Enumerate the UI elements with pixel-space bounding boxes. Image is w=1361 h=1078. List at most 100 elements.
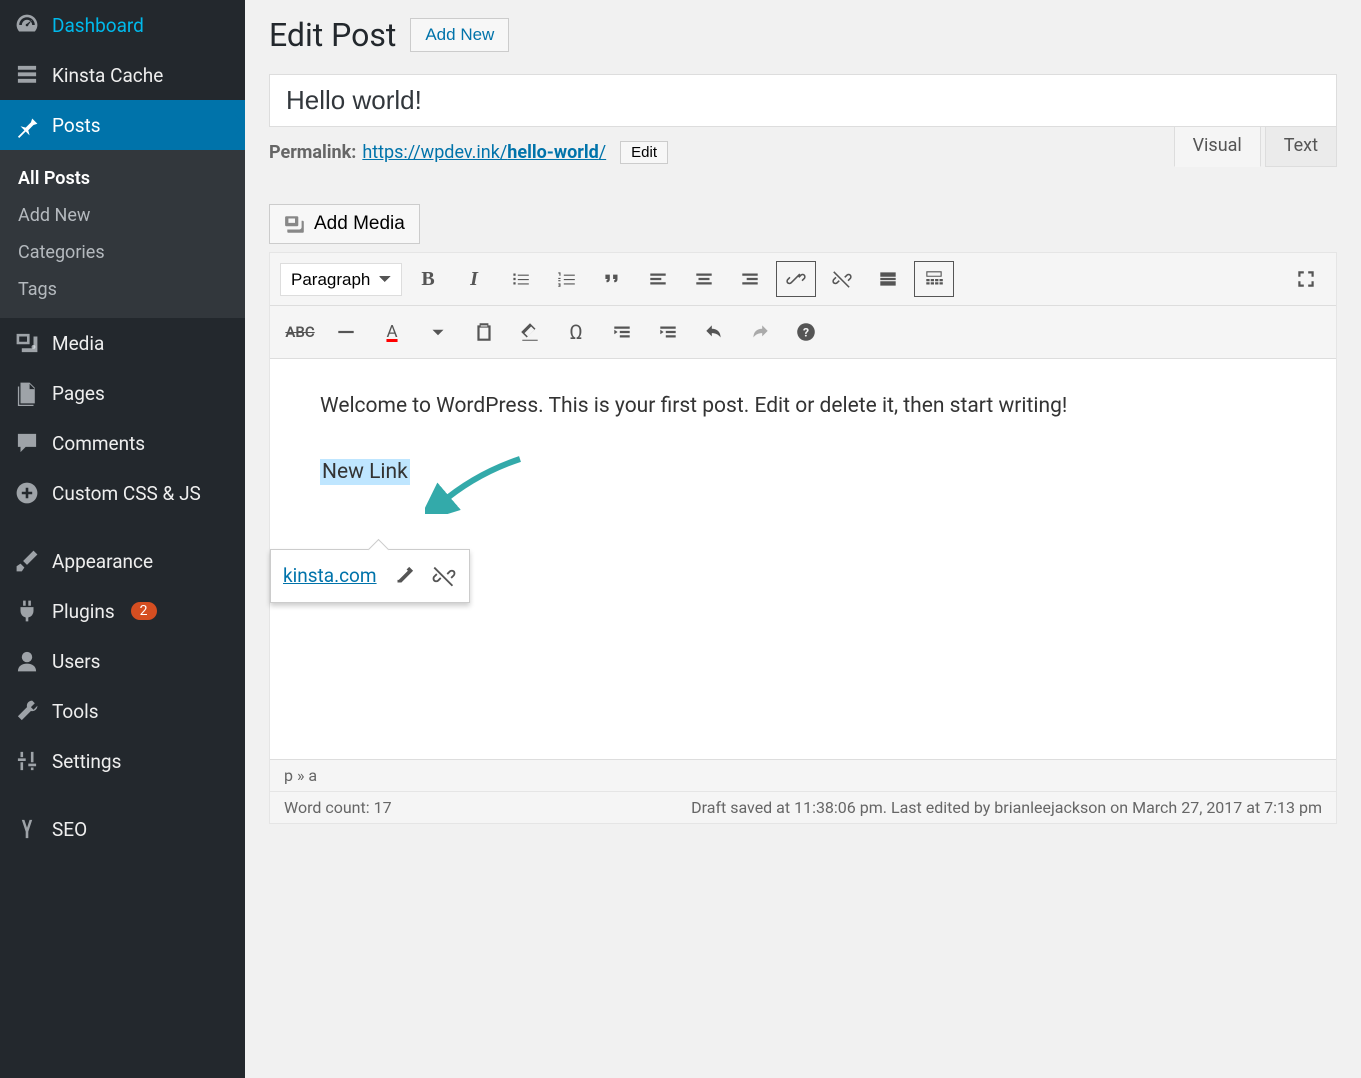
content-paragraph: Welcome to WordPress. This is your first…: [320, 389, 1286, 425]
clear-formatting-button[interactable]: [510, 314, 550, 350]
toolbar-row-2: ABC A Ω ?: [270, 306, 1336, 359]
selected-link-text[interactable]: New Link: [320, 459, 410, 485]
page-header: Edit Post Add New: [269, 16, 1337, 54]
edit-link-icon[interactable]: [391, 563, 417, 589]
tab-text[interactable]: Text: [1265, 124, 1337, 167]
brush-icon: [14, 548, 40, 574]
sidebar-item-label: Pages: [52, 382, 105, 405]
sidebar-item-label: Media: [52, 332, 104, 355]
editor-tabs: Visual Text: [1174, 124, 1337, 167]
fullscreen-button[interactable]: [1286, 261, 1326, 297]
sidebar-item-label: Posts: [52, 114, 101, 137]
format-select[interactable]: Paragraph: [280, 263, 402, 296]
media-icon: [14, 330, 40, 356]
media-icon: [284, 213, 306, 235]
remove-link-icon[interactable]: [431, 563, 457, 589]
popup-link-url[interactable]: kinsta.com: [283, 560, 377, 592]
arrow-annotation-icon: [425, 454, 525, 514]
sidebar-item-posts[interactable]: Posts: [0, 100, 245, 150]
sidebar-item-pages[interactable]: Pages: [0, 368, 245, 418]
sidebar-item-settings[interactable]: Settings: [0, 736, 245, 786]
plus-icon: [14, 480, 40, 506]
toolbar-row-1: Paragraph B I: [270, 253, 1336, 306]
sidebar-item-label: Dashboard: [52, 14, 144, 37]
sidebar-sub-all-posts[interactable]: All Posts: [0, 160, 245, 197]
sidebar-item-tools[interactable]: Tools: [0, 686, 245, 736]
italic-button[interactable]: I: [454, 261, 494, 297]
strikethrough-button[interactable]: ABC: [280, 314, 320, 350]
redo-button[interactable]: [740, 314, 780, 350]
sidebar-item-label: Tools: [52, 700, 99, 723]
indent-button[interactable]: [648, 314, 688, 350]
sidebar-item-label: Plugins: [52, 600, 115, 623]
sidebar-item-label: Kinsta Cache: [52, 64, 163, 87]
dashboard-icon: [14, 12, 40, 38]
sidebar-sub-tags[interactable]: Tags: [0, 271, 245, 308]
edit-permalink-button[interactable]: Edit: [620, 141, 668, 164]
seo-icon: [14, 816, 40, 842]
tab-visual[interactable]: Visual: [1174, 124, 1261, 167]
undo-button[interactable]: [694, 314, 734, 350]
add-new-button[interactable]: Add New: [410, 18, 509, 52]
sidebar-item-appearance[interactable]: Appearance: [0, 536, 245, 586]
status-bar: Word count: 17 Draft saved at 11:38:06 p…: [270, 791, 1336, 823]
sidebar-item-kinsta-cache[interactable]: Kinsta Cache: [0, 50, 245, 100]
sidebar-item-label: Custom CSS & JS: [52, 482, 201, 505]
sidebar-item-custom-css-js[interactable]: Custom CSS & JS: [0, 468, 245, 518]
link-popup: kinsta.com: [270, 549, 470, 603]
add-media-button[interactable]: Add Media: [269, 204, 420, 244]
horizontal-rule-button[interactable]: [326, 314, 366, 350]
plug-icon: [14, 598, 40, 624]
pages-icon: [14, 380, 40, 406]
special-char-button[interactable]: Ω: [556, 314, 596, 350]
blockquote-button[interactable]: [592, 261, 632, 297]
sidebar-submenu: All PostsAdd NewCategoriesTags: [0, 150, 245, 318]
comments-icon: [14, 430, 40, 456]
sidebar-item-comments[interactable]: Comments: [0, 418, 245, 468]
users-icon: [14, 648, 40, 674]
word-count: Word count: 17: [284, 798, 392, 817]
post-title-input[interactable]: [269, 74, 1337, 127]
align-left-button[interactable]: [638, 261, 678, 297]
outdent-button[interactable]: [602, 314, 642, 350]
sidebar-item-label: Appearance: [52, 550, 153, 573]
element-path[interactable]: p » a: [270, 759, 1336, 791]
text-color-button[interactable]: A: [372, 314, 412, 350]
sidebar-item-users[interactable]: Users: [0, 636, 245, 686]
sidebar-item-label: Settings: [52, 750, 121, 773]
page-title: Edit Post: [269, 16, 396, 54]
draft-info: Draft saved at 11:38:06 pm. Last edited …: [691, 798, 1322, 817]
paste-text-button[interactable]: [464, 314, 504, 350]
text-color-arrow[interactable]: [418, 314, 458, 350]
numbered-list-button[interactable]: [546, 261, 586, 297]
settings-icon: [14, 748, 40, 774]
database-icon: [14, 62, 40, 88]
tools-icon: [14, 698, 40, 724]
sidebar-item-seo[interactable]: SEO: [0, 804, 245, 854]
editor-content[interactable]: Welcome to WordPress. This is your first…: [270, 359, 1336, 759]
admin-sidebar: Dashboard Kinsta Cache Posts All PostsAdd N…: [0, 0, 245, 1078]
read-more-button[interactable]: [868, 261, 908, 297]
link-button[interactable]: [776, 261, 816, 297]
pin-icon: [14, 112, 40, 138]
editor-box: Paragraph B I ABC A Ω: [269, 252, 1337, 824]
help-button[interactable]: ?: [786, 314, 826, 350]
bold-button[interactable]: B: [408, 261, 448, 297]
update-badge: 2: [131, 602, 157, 620]
unlink-button[interactable]: [822, 261, 862, 297]
toolbar-toggle-button[interactable]: [914, 261, 954, 297]
permalink-label: Permalink:: [269, 142, 356, 163]
align-right-button[interactable]: [730, 261, 770, 297]
permalink-link[interactable]: https://wpdev.ink/hello-world/: [362, 142, 606, 163]
sidebar-item-dashboard[interactable]: Dashboard: [0, 0, 245, 50]
sidebar-sub-add-new[interactable]: Add New: [0, 197, 245, 234]
sidebar-item-label: Comments: [52, 432, 145, 455]
sidebar-item-plugins[interactable]: Plugins 2: [0, 586, 245, 636]
sidebar-item-media[interactable]: Media: [0, 318, 245, 368]
bullet-list-button[interactable]: [500, 261, 540, 297]
main-content: Edit Post Add New Permalink: https://wpd…: [245, 0, 1361, 1078]
sidebar-item-label: Users: [52, 650, 100, 673]
svg-text:?: ?: [803, 325, 809, 339]
align-center-button[interactable]: [684, 261, 724, 297]
sidebar-sub-categories[interactable]: Categories: [0, 234, 245, 271]
